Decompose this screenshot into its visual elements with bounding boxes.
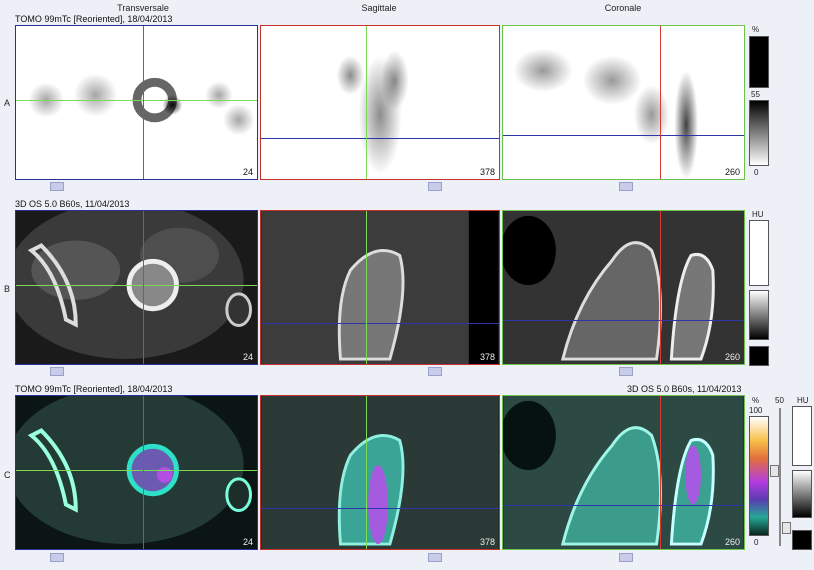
crosshair-vertical[interactable]	[366, 211, 367, 364]
view-b-coronal[interactable]: 260	[502, 210, 745, 365]
view-a-coronal[interactable]: 260	[502, 25, 745, 180]
header-sagittal: Sagittale	[361, 3, 397, 13]
crosshair-horizontal[interactable]	[503, 505, 744, 506]
crosshair-horizontal[interactable]	[503, 320, 744, 321]
fusion-sagittal-image	[261, 396, 499, 549]
mix-label: 50	[775, 396, 784, 405]
fusion-scale-min: 0	[754, 538, 759, 547]
row-c-title-right: 3D OS 5.0 B60s, 11/04/2013	[627, 384, 742, 394]
crosshair-vertical[interactable]	[366, 26, 367, 179]
pet-scale-top	[749, 36, 769, 88]
coronal-slice-slider[interactable]	[619, 553, 633, 562]
pet-coronal-image	[513, 48, 699, 179]
fusion-ct-scale-bottom	[792, 530, 812, 550]
crosshair-horizontal[interactable]	[16, 100, 257, 101]
ct-transversal-image	[16, 211, 252, 360]
ct-scale-bottom	[749, 346, 769, 366]
crosshair-vertical[interactable]	[143, 26, 144, 179]
fusion-slider-knob[interactable]	[770, 465, 779, 477]
fusion-ct-scale-top	[792, 406, 812, 466]
slice-number: 260	[724, 537, 740, 547]
row-c-label: C	[4, 470, 11, 480]
crosshair-vertical[interactable]	[660, 26, 661, 179]
ct-sagittal-image	[261, 211, 499, 364]
header-transversal: Transversale	[117, 3, 169, 13]
slice-number: 24	[242, 352, 253, 362]
view-a-transversal[interactable]: 24	[15, 25, 258, 180]
sagittal-slice-slider[interactable]	[428, 182, 442, 191]
pet-scale-min: 0	[754, 168, 759, 177]
fusion-transversal-image	[16, 396, 252, 545]
coronal-slice-slider[interactable]	[619, 182, 633, 191]
ct-scale-top	[749, 220, 769, 286]
view-b-transversal[interactable]: 24	[15, 210, 258, 365]
row-a-title: TOMO 99mTc [Reoriented], 18/04/2013	[15, 14, 173, 24]
fusion-ct-color-scale[interactable]	[792, 470, 812, 518]
row-c-title: TOMO 99mTc [Reoriented], 18/04/2013	[15, 384, 173, 394]
crosshair-horizontal[interactable]	[16, 470, 257, 471]
row-b-title: 3D OS 5.0 B60s, 11/04/2013	[15, 199, 130, 209]
transversal-slice-slider[interactable]	[50, 553, 64, 562]
slice-number: 378	[479, 352, 495, 362]
sagittal-slice-slider[interactable]	[428, 553, 442, 562]
crosshair-vertical[interactable]	[143, 396, 144, 549]
view-c-transversal[interactable]: 24	[15, 395, 258, 550]
slice-number: 378	[479, 167, 495, 177]
pet-color-scale[interactable]	[749, 100, 769, 166]
row-a-label: A	[4, 98, 11, 108]
view-b-sagittal[interactable]: 378	[260, 210, 500, 365]
slice-number: 378	[479, 537, 495, 547]
fusion-color-scale[interactable]	[749, 416, 769, 536]
view-c-coronal[interactable]: 260	[502, 395, 745, 550]
ct-scale-unit: HU	[752, 210, 764, 219]
coronal-slice-slider[interactable]	[619, 367, 633, 376]
pet-scale-unit: %	[752, 25, 760, 34]
crosshair-vertical[interactable]	[366, 396, 367, 549]
crosshair-horizontal[interactable]	[16, 285, 257, 286]
slice-number: 24	[242, 167, 253, 177]
transversal-slice-slider[interactable]	[50, 182, 64, 191]
row-b-label: B	[4, 284, 11, 294]
crosshair-vertical[interactable]	[660, 396, 661, 549]
fusion-scale-unit: %	[752, 396, 760, 405]
slice-number: 260	[724, 167, 740, 177]
header-coronal: Coronale	[604, 3, 642, 13]
crosshair-horizontal[interactable]	[261, 138, 499, 139]
ct-coronal-image	[503, 215, 715, 361]
crosshair-vertical[interactable]	[143, 211, 144, 364]
fusion-coronal-image	[503, 396, 744, 549]
fusion-scale-max: 100	[749, 406, 763, 415]
slice-number: 260	[724, 352, 740, 362]
pet-sagittal-image	[336, 50, 409, 175]
crosshair-horizontal[interactable]	[261, 508, 499, 509]
mix-slider-track[interactable]	[779, 408, 781, 546]
pet-scale-max: 55	[751, 90, 760, 99]
view-a-sagittal[interactable]: 378	[260, 25, 500, 180]
slice-number: 24	[242, 537, 253, 547]
ct-color-scale[interactable]	[749, 290, 769, 340]
view-c-sagittal[interactable]: 378	[260, 395, 500, 550]
crosshair-horizontal[interactable]	[503, 135, 744, 136]
sagittal-slice-slider[interactable]	[428, 367, 442, 376]
pet-transversal-image	[28, 73, 255, 136]
mix-slider-knob[interactable]	[782, 522, 791, 534]
transversal-slice-slider[interactable]	[50, 367, 64, 376]
crosshair-horizontal[interactable]	[261, 323, 499, 324]
crosshair-vertical[interactable]	[660, 211, 661, 364]
fusion-ct-unit: HU	[797, 396, 809, 405]
